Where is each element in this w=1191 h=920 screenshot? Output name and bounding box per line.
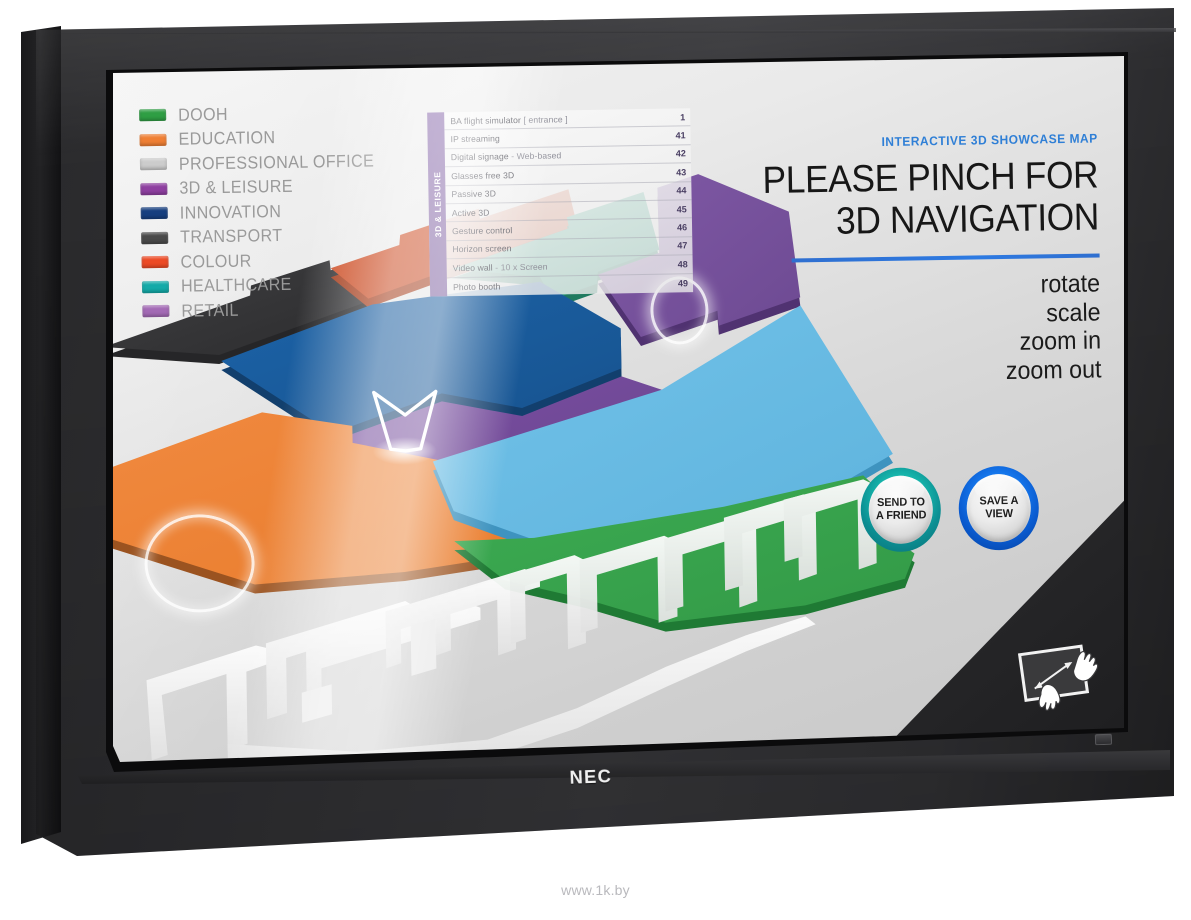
legend-swatch bbox=[139, 133, 167, 147]
legend-label: HEALTHCARE bbox=[180, 274, 292, 296]
screen-content: DOOH EDUCATION PROFESSIONAL OFFICE 3D & … bbox=[113, 56, 1130, 762]
table-category-label: 3D & LEISURE bbox=[431, 171, 443, 238]
button-label-line-1: SEND TO bbox=[876, 496, 925, 510]
row-name: BA flight simulator bbox=[450, 114, 522, 126]
row-note: - Web-based bbox=[511, 150, 562, 162]
legend-label: PROFESSIONAL OFFICE bbox=[178, 150, 375, 174]
row-name: Digital signage bbox=[450, 151, 509, 163]
map-touch-halo-left bbox=[143, 513, 256, 614]
gesture-action-list: rotate scale zoom in zoom out bbox=[680, 269, 1102, 390]
button-label-line-2: A FRIEND bbox=[875, 509, 927, 523]
legend-swatch bbox=[140, 182, 168, 196]
site-watermark: www.1k.by bbox=[561, 882, 630, 898]
monitor-bezel-left-edge bbox=[21, 26, 61, 844]
row-name: Glasses free 3D bbox=[451, 169, 515, 182]
legend-swatch bbox=[141, 280, 170, 294]
send-to-a-friend-button[interactable]: SEND TO A FRIEND bbox=[860, 467, 942, 553]
panel-kicker: INTERACTIVE 3D SHOWCASE MAP bbox=[881, 131, 1098, 150]
panel-headline: PLEASE PINCH FOR 3D NAVIGATION bbox=[707, 154, 1099, 244]
map-slab-dooh[interactable] bbox=[453, 475, 915, 636]
legend-label: RETAIL bbox=[181, 299, 239, 321]
legend-label: INNOVATION bbox=[179, 200, 282, 223]
monitor-control-button[interactable] bbox=[1094, 733, 1113, 746]
legend-label: 3D & LEISURE bbox=[179, 176, 294, 198]
screenshot-canvas: DOOH EDUCATION PROFESSIONAL OFFICE 3D & … bbox=[0, 0, 1191, 920]
legend-swatch bbox=[141, 256, 169, 269]
legend-swatch bbox=[140, 207, 168, 220]
map-slab-3d-leisure[interactable] bbox=[332, 376, 664, 507]
button-label-line-2: VIEW bbox=[984, 507, 1013, 521]
map-legend: DOOH EDUCATION PROFESSIONAL OFFICE 3D & … bbox=[139, 99, 394, 324]
headline-line-1: PLEASE PINCH FOR bbox=[762, 154, 1099, 203]
legend-label: COLOUR bbox=[180, 250, 252, 272]
action-zoom-out: zoom out bbox=[1005, 354, 1102, 385]
display-screen[interactable]: DOOH EDUCATION PROFESSIONAL OFFICE 3D & … bbox=[113, 56, 1124, 762]
legend-swatch bbox=[139, 109, 167, 122]
row-name: IP streaming bbox=[450, 133, 500, 145]
panel-divider-rule bbox=[791, 253, 1100, 263]
legend-swatch bbox=[142, 305, 170, 318]
row-note: [ entrance ] bbox=[523, 113, 568, 125]
legend-swatch bbox=[141, 231, 169, 245]
row-name: Photo booth bbox=[452, 281, 501, 292]
legend-label: TRANSPORT bbox=[179, 225, 283, 247]
nec-display-monitor: DOOH EDUCATION PROFESSIONAL OFFICE 3D & … bbox=[21, 8, 1182, 878]
row-number: 1 bbox=[680, 111, 686, 123]
legend-item[interactable]: RETAIL bbox=[142, 295, 393, 324]
legend-swatch bbox=[139, 158, 168, 171]
legend-label: DOOH bbox=[177, 103, 229, 125]
row-name: Passive 3D bbox=[451, 188, 497, 200]
table-rows: BA flight simulator [ entrance ] 1 IP st… bbox=[444, 108, 693, 296]
map-location-pointer bbox=[372, 389, 438, 465]
white-building-model[interactable] bbox=[143, 479, 880, 762]
row-note: - 10 x Screen bbox=[495, 261, 548, 273]
nec-brand-logo: NEC bbox=[569, 766, 613, 788]
save-a-view-button[interactable]: SAVE A VIEW bbox=[958, 465, 1040, 551]
headline-line-2: 3D NAVIGATION bbox=[835, 196, 1100, 243]
pinch-gesture-icon bbox=[1017, 644, 1099, 711]
button-label-line-1: SAVE A bbox=[979, 495, 1019, 508]
row-name: Active 3D bbox=[451, 207, 490, 218]
legend-label: EDUCATION bbox=[178, 127, 276, 149]
exhibit-list-table[interactable]: 3D & LEISURE BA flight simulator [ entra… bbox=[427, 108, 694, 297]
row-name: Video wall bbox=[452, 262, 493, 273]
row-name: Horizon screen bbox=[452, 243, 512, 255]
instruction-panel: INTERACTIVE 3D SHOWCASE MAP PLEASE PINCH… bbox=[678, 131, 1102, 390]
row-name: Gesture control bbox=[452, 225, 513, 237]
action-buttons: SEND TO A FRIEND SAVE A VIEW bbox=[860, 465, 1041, 553]
